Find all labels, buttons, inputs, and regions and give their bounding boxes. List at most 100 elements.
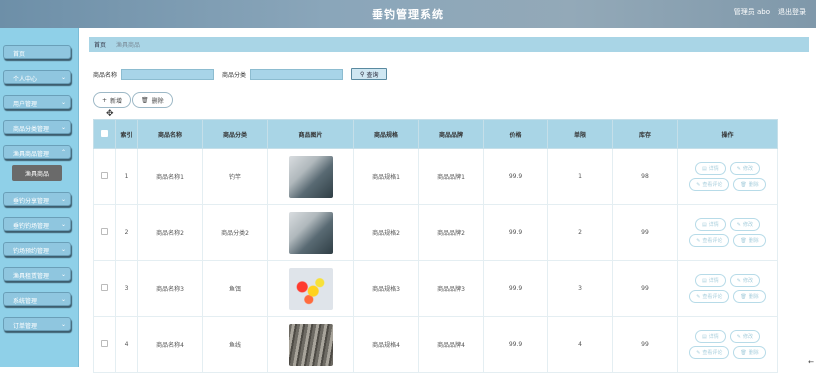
- name-label: 商品名称: [93, 71, 118, 79]
- header-image: 商品图片: [267, 119, 354, 149]
- trash-icon: 🗑: [740, 293, 747, 300]
- sidebar-item-share[interactable]: 垂钓分享管理 ⌄: [3, 192, 71, 206]
- review-button[interactable]: ✎ 查看评论: [689, 234, 730, 247]
- table-header-row: 索引 商品名称 商品分类 商品图片 商品规格 商品品牌 价格 单限 库存 操作: [93, 119, 778, 149]
- edit-button[interactable]: ✎ 修改: [729, 162, 760, 175]
- cell-brand: 商品品牌3: [418, 260, 484, 317]
- sidebar-item-tackle-goods[interactable]: 渔具商品管理 ⌃: [3, 145, 71, 159]
- cell-limit: 2: [547, 204, 613, 261]
- row-delete-button[interactable]: 🗑 删除: [733, 290, 766, 303]
- detail-button[interactable]: ▤ 详情: [695, 274, 726, 287]
- cell-spec: 商品规格4: [353, 316, 419, 373]
- cell-name: 商品名称2: [137, 204, 203, 261]
- cell-ops: ▤ 详情 ✎ 修改 ✎ 查看评论 🗑 删除: [677, 316, 778, 373]
- edit-button[interactable]: ✎ 修改: [729, 330, 760, 343]
- row-delete-button[interactable]: 🗑 删除: [733, 234, 766, 247]
- chevron-up-icon: ⌃: [60, 149, 66, 156]
- cell-stock: 99: [612, 316, 678, 373]
- cell-category: 鱼饵: [202, 260, 268, 317]
- cell-category: 商品分类2: [202, 204, 268, 261]
- sidebar-item-home[interactable]: 首页: [3, 45, 71, 59]
- sidebar-item-rental[interactable]: 渔具租赁管理 ⌄: [3, 267, 71, 281]
- select-all-checkbox[interactable]: [93, 119, 116, 149]
- detail-icon: ▤: [702, 221, 707, 228]
- cell-stock: 99: [612, 260, 678, 317]
- review-button[interactable]: ✎ 查看评论: [689, 290, 730, 303]
- edit-icon: ✎: [696, 293, 701, 300]
- sidebar-item-category[interactable]: 商品分类管理 ⌄: [3, 120, 71, 134]
- logout-link[interactable]: 退出登录: [778, 7, 806, 17]
- cell-price: 99.9: [483, 148, 548, 205]
- chevron-down-icon: ⌄: [60, 246, 66, 253]
- header-category: 商品分类: [202, 119, 268, 149]
- row-checkbox[interactable]: [93, 204, 116, 261]
- cell-ops: ▤ 详情 ✎ 修改 ✎ 查看评论 🗑 删除: [677, 148, 778, 205]
- edit-icon: ✎: [736, 165, 741, 172]
- breadcrumb-home[interactable]: 首页: [94, 40, 106, 49]
- review-button[interactable]: ✎ 查看评论: [689, 346, 730, 359]
- scroll-left-icon[interactable]: ←: [808, 358, 814, 366]
- sidebar-item-users[interactable]: 用户管理 ⌄: [3, 95, 71, 109]
- cell-brand: 商品品牌4: [418, 316, 484, 373]
- cell-name: 商品名称3: [137, 260, 203, 317]
- row-checkbox[interactable]: [93, 148, 116, 205]
- edit-icon: ✎: [736, 277, 741, 284]
- sidebar-item-orders[interactable]: 订单管理 ⌄: [3, 317, 71, 331]
- chevron-down-icon: ⌄: [60, 296, 66, 303]
- detail-button[interactable]: ▤ 详情: [695, 218, 726, 231]
- sidebar: 首页 个人中心 ⌄ 用户管理 ⌄ 商品分类管理 ⌄ 渔具商品管理 ⌃ 渔具商品 垂钓分享…: [0, 28, 79, 367]
- header-name: 商品名称: [137, 119, 203, 149]
- cell-category: 鱼线: [202, 316, 268, 373]
- cell-index: 1: [115, 148, 138, 205]
- cell-name: 商品名称4: [137, 316, 203, 373]
- edit-icon: ✎: [736, 221, 741, 228]
- sidebar-subitem-tackle-goods[interactable]: 渔具商品: [12, 165, 62, 181]
- action-row: + 新增 🗑 删除: [93, 92, 173, 108]
- row-delete-button[interactable]: 🗑 删除: [733, 346, 766, 359]
- cell-ops: ▤ 详情 ✎ 修改 ✎ 查看评论 🗑 删除: [677, 204, 778, 261]
- chevron-down-icon: ⌄: [60, 99, 66, 106]
- header-brand: 商品品牌: [418, 119, 484, 149]
- fishing-lure-image: [288, 267, 333, 310]
- cell-brand: 商品品牌2: [418, 204, 484, 261]
- row-checkbox[interactable]: [93, 260, 116, 317]
- user-role: 管理员 abo: [733, 8, 770, 16]
- add-button[interactable]: + 新增: [93, 92, 132, 108]
- cell-index: 4: [115, 316, 138, 373]
- cell-name: 商品名称1: [137, 148, 203, 205]
- detail-button[interactable]: ▤ 详情: [695, 162, 726, 175]
- query-button[interactable]: ⚲ 查询: [351, 68, 388, 80]
- breadcrumb-current: 渔具商品: [116, 42, 141, 49]
- header-spec: 商品规格: [353, 119, 419, 149]
- trash-icon: 🗑: [740, 349, 747, 356]
- cell-image: [267, 148, 354, 205]
- edit-button[interactable]: ✎ 修改: [729, 218, 760, 231]
- delete-button[interactable]: 🗑 删除: [132, 92, 173, 108]
- row-delete-button[interactable]: 🗑 删除: [733, 178, 766, 191]
- cell-category: 钓竿: [202, 148, 268, 205]
- cell-spec: 商品规格3: [353, 260, 419, 317]
- chevron-down-icon: ⌄: [60, 124, 66, 131]
- trash-icon: 🗑: [141, 96, 149, 104]
- sidebar-item-system[interactable]: 系统管理 ⌄: [3, 292, 71, 306]
- header-stock: 库存: [612, 119, 678, 149]
- cell-limit: 1: [547, 148, 613, 205]
- cell-stock: 99: [612, 204, 678, 261]
- edit-icon: ✎: [736, 333, 741, 340]
- cell-image: [267, 260, 354, 317]
- product-category-input[interactable]: [250, 68, 344, 80]
- search-bar: 商品名称 商品分类 ⚲ 查询: [93, 68, 388, 80]
- detail-icon: ▤: [702, 277, 707, 284]
- chevron-down-icon: ⌄: [60, 221, 66, 228]
- sidebar-item-personal-center[interactable]: 个人中心 ⌄: [3, 70, 71, 84]
- cell-brand: 商品品牌1: [418, 148, 484, 205]
- edit-button[interactable]: ✎ 修改: [729, 274, 760, 287]
- detail-button[interactable]: ▤ 详情: [695, 330, 726, 343]
- edit-icon: ✎: [696, 237, 701, 244]
- product-name-input[interactable]: [121, 68, 215, 80]
- sidebar-item-fishing-spot[interactable]: 垂钓钓场管理 ⌄: [3, 217, 71, 231]
- row-checkbox[interactable]: [93, 316, 116, 373]
- sidebar-item-reservation[interactable]: 钓场预约管理 ⌄: [3, 242, 71, 256]
- review-button[interactable]: ✎ 查看评论: [689, 178, 730, 191]
- fishing-rod-image: [288, 155, 333, 198]
